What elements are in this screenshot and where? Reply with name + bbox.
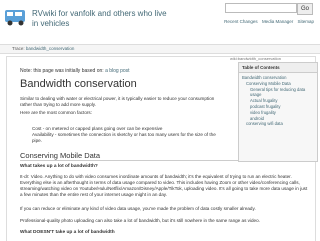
factors-intro: Here are the most common factors: — [20, 110, 92, 115]
toc-item[interactable]: conserving wifi data — [246, 121, 317, 127]
note-prefix: Note: this page was initially based on: — [20, 68, 106, 74]
main-content: Note: this page was initially based on: … — [0, 54, 320, 241]
page-title: Bandwidth conservation — [20, 78, 137, 90]
breadcrumb: Trace: bandwidth_conservation — [0, 44, 320, 54]
reduce-paragraph: If you can reduce or eliminate any kind … — [20, 206, 256, 211]
photo-paragraph: Professional-quality photo uploading can… — [20, 218, 260, 223]
trace-link[interactable]: bandwidth_conservation — [26, 46, 75, 51]
intro-paragraph: Similar to dealing with water or electri… — [20, 96, 215, 107]
site-title[interactable]: RVwiki for vanfolk and others who live i… — [32, 9, 182, 29]
site-title-line1: RVwiki for vanfolk and others who live — [32, 9, 167, 18]
search-input[interactable] — [225, 3, 297, 13]
factor-item: Availability - sometimes the connection … — [32, 132, 216, 143]
table-of-contents: Table of Contents Bandwidth conservation… — [238, 62, 318, 162]
subsection-title-2: What DOESN'T take up a lot of bandwidth — [20, 230, 115, 235]
rv-logo-icon[interactable] — [4, 6, 28, 28]
top-links: Recent Changes Media Manager Sitemap — [221, 19, 314, 24]
toc-item[interactable]: General tips for reducing data usage — [250, 87, 317, 99]
sitemap-link[interactable]: Sitemap — [297, 19, 314, 24]
media-manager-link[interactable]: Media Manager — [262, 19, 293, 24]
subsection-title: What takes up a lot of bandwidth? — [20, 164, 98, 169]
blog-post-link[interactable]: a blog post — [105, 68, 129, 74]
search-button[interactable]: Go — [297, 3, 313, 15]
toc-heading[interactable]: Table of Contents — [239, 63, 317, 73]
video-paragraph: It-dr: Video. Anything to do with video … — [20, 174, 308, 197]
page-path: wiki:bandwidth_conservation — [230, 56, 281, 61]
source-note: Note: this page was initially based on: … — [20, 68, 130, 74]
recent-changes-link[interactable]: Recent Changes — [224, 19, 258, 24]
site-header: RVwiki for vanfolk and others who live i… — [0, 0, 320, 46]
site-title-line2: in vehicles — [32, 19, 70, 28]
trace-label: Trace: — [12, 46, 25, 51]
toc-list: Bandwidth conservation Conserving Mobile… — [242, 75, 317, 127]
